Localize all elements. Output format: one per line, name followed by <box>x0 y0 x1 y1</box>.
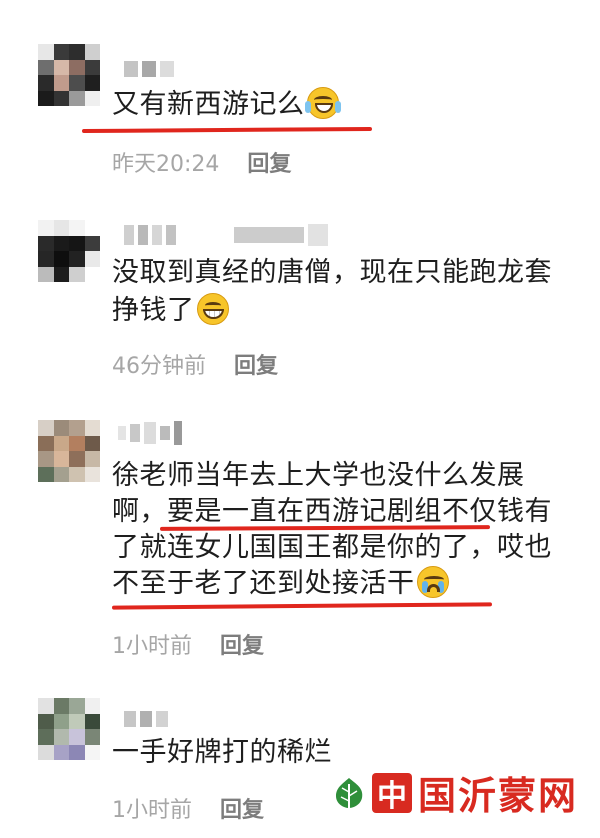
comment-text-line: 啊，要是一直在西游记剧组不仅钱有 <box>112 496 552 527</box>
laughing-tears-emoji-icon <box>304 87 341 119</box>
site-watermark: 中 国沂蒙网 <box>332 765 578 820</box>
comment-time: 1小时前 <box>112 798 192 823</box>
leaf-logo-icon <box>332 776 366 810</box>
username-blurred[interactable] <box>124 706 168 732</box>
avatar[interactable] <box>38 698 100 760</box>
watermark-badge: 中 <box>371 772 412 814</box>
username-blurred[interactable] <box>124 56 174 82</box>
grinning-emoji-icon <box>196 293 229 325</box>
comment-text-line: 挣钱了 <box>112 295 195 326</box>
comment-text-line: 没取到真经的唐僧，现在只能跑龙套 <box>112 257 552 288</box>
comment-text-content: 一手好牌打的稀烂 <box>112 737 332 768</box>
avatar[interactable] <box>38 420 100 482</box>
reply-button[interactable]: 回复 <box>220 628 264 660</box>
comment-meta: 1小时前 回复 <box>112 792 264 824</box>
comment-text: 又有新西游记么 <box>112 86 572 124</box>
reply-button[interactable]: 回复 <box>234 348 278 380</box>
comment-time: 46分钟前 <box>112 354 206 379</box>
username-blurred[interactable] <box>124 222 328 248</box>
reply-button[interactable]: 回复 <box>220 792 264 824</box>
comment-text: 没取到真经的唐僧，现在只能跑龙套 挣钱了 <box>112 254 572 330</box>
red-underline <box>111 602 493 610</box>
watermark-text: 国沂蒙网 <box>417 773 578 818</box>
reply-button[interactable]: 回复 <box>247 146 291 178</box>
comment-meta: 46分钟前 回复 <box>112 348 278 380</box>
username-blurred[interactable] <box>118 420 182 446</box>
red-underline <box>81 126 373 134</box>
comment-meta: 1小时前 回复 <box>112 628 264 660</box>
comment-time: 昨天20:24 <box>112 152 220 177</box>
comment-text-content: 又有新西游记么 <box>112 89 305 120</box>
comment-text-line: 徐老师当年去上大学也没什么发展 <box>112 460 525 491</box>
comment-time: 1小时前 <box>112 634 192 659</box>
comment-text-line: 不至于老了还到处接活干 <box>112 568 415 599</box>
comment-meta: 昨天20:24 回复 <box>112 146 291 178</box>
avatar[interactable] <box>38 220 100 282</box>
comment-text-line: 了就连女儿国国王都是你的了，哎也 <box>112 532 552 563</box>
crying-emoji-icon <box>416 566 449 598</box>
avatar[interactable] <box>38 44 100 106</box>
